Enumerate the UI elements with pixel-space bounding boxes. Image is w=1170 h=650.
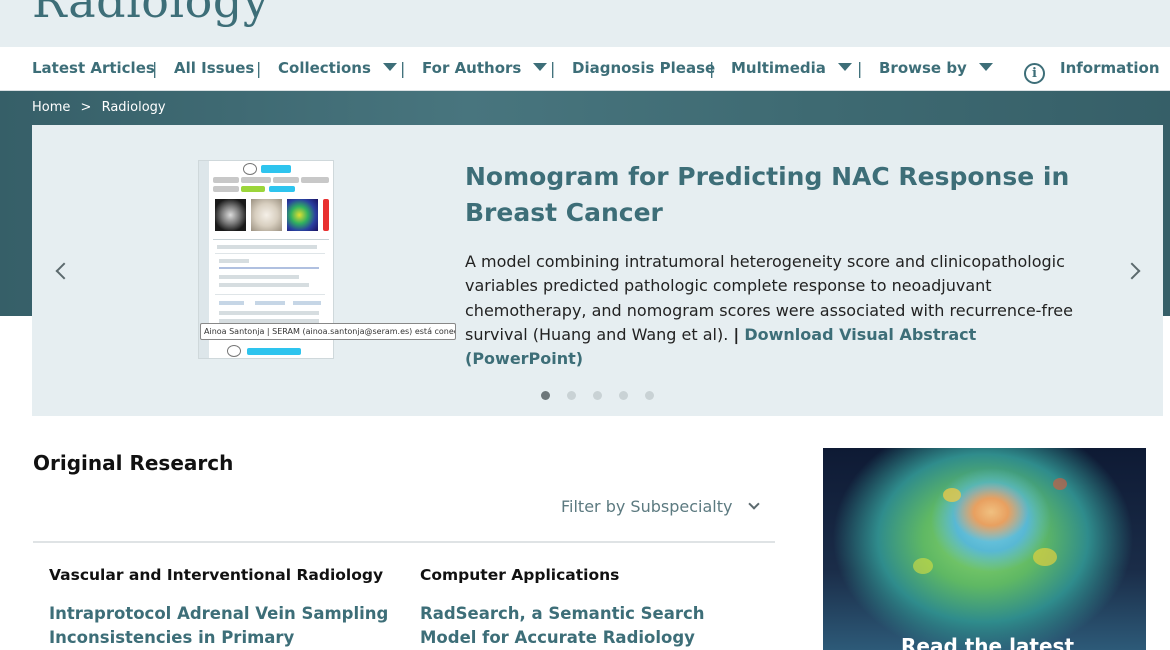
abstract-divider (215, 253, 325, 254)
promo-text: Read the latest (901, 634, 1075, 650)
caret-down-icon (533, 63, 548, 71)
abstract-chip (301, 177, 329, 183)
brand-bar: Radiology (0, 0, 1170, 47)
article-title-link[interactable]: Intraprotocol Adrenal Vein Sampling Inco… (49, 602, 389, 650)
nav-information[interactable]: i Information (1024, 47, 1160, 91)
nav-for-authors[interactable]: For Authors (422, 47, 548, 91)
section-heading: Original Research (33, 451, 234, 475)
scan-texture (1053, 478, 1067, 490)
abstract-scale-bar (323, 199, 329, 231)
scan-texture (913, 558, 933, 574)
abstract-text-line (219, 283, 309, 287)
nav-separator: | (400, 59, 406, 78)
caret-down-icon (978, 63, 993, 71)
abstract-text-line (219, 275, 299, 279)
abstract-image (287, 199, 318, 231)
research-column: Vascular and Interventional Radiology In… (49, 566, 389, 650)
abstract-divider (213, 239, 329, 240)
abstract-chip (213, 186, 239, 192)
caret-down-icon (382, 63, 397, 71)
abstract-text-line (219, 301, 244, 305)
section-divider (33, 541, 775, 543)
abstract-chip (241, 177, 271, 183)
nav-separator: | (256, 59, 262, 78)
featured-carousel: Ainoa Santonja | SERAM (ainoa.santonja@s… (32, 125, 1163, 416)
chevron-right-icon[interactable] (1123, 262, 1141, 280)
abstract-text-line (293, 301, 321, 305)
nav-separator: | (152, 59, 158, 78)
abstract-person-icon (227, 345, 241, 357)
carousel-dot[interactable] (593, 391, 602, 400)
carousel-description: A model combining intratumoral heterogen… (465, 252, 1073, 369)
main-nav: Latest Articles | All Issues | Collectio… (0, 47, 1170, 91)
abstract-chip (269, 186, 295, 192)
nav-latest-articles[interactable]: Latest Articles (32, 47, 155, 91)
presence-tooltip: Ainoa Santonja | SERAM (ainoa.santonja@s… (200, 323, 456, 340)
abstract-footer-pill (247, 348, 301, 355)
carousel-dot[interactable] (645, 391, 654, 400)
abstract-chip (213, 177, 239, 183)
carousel-dot[interactable] (567, 391, 576, 400)
promo-banner[interactable]: Read the latest (823, 448, 1146, 650)
abstract-chip (273, 177, 299, 183)
abstract-image (215, 199, 246, 231)
nav-all-issues[interactable]: All Issues (174, 47, 254, 91)
carousel-dot[interactable] (541, 391, 550, 400)
research-column: Computer Applications RadSearch, a Seman… (420, 566, 760, 650)
info-circle-icon: i (1024, 63, 1045, 84)
nav-separator: | (550, 59, 556, 78)
abstract-text-line (255, 301, 285, 305)
subspecialty-label: Vascular and Interventional Radiology (49, 566, 384, 584)
scan-texture (943, 488, 961, 502)
radiology-logo[interactable]: Radiology (32, 0, 269, 28)
abstract-chip (241, 186, 265, 192)
caret-down-icon (837, 63, 852, 71)
article-title-link[interactable]: RadSearch, a Semantic Search Model for A… (420, 602, 760, 650)
breadcrumb: Home > Radiology (32, 100, 172, 115)
nav-diagnosis-please[interactable]: Diagnosis Please (572, 47, 715, 91)
nav-browse-by[interactable]: Browse by (879, 47, 993, 91)
carousel-dot[interactable] (619, 391, 628, 400)
filter-by-subspecialty-dropdown[interactable]: Filter by Subspecialty (561, 497, 761, 516)
nav-collections[interactable]: Collections (278, 47, 397, 91)
subspecialty-label: Computer Applications (420, 566, 620, 584)
chevron-left-icon[interactable] (55, 262, 73, 280)
abstract-text-line (217, 245, 317, 249)
abstract-text-line (219, 311, 319, 315)
abstract-divider (215, 294, 325, 295)
nav-separator: | (857, 59, 863, 78)
chevron-down-icon (748, 498, 761, 510)
carousel-title[interactable]: Nomogram for Predicting NAC Response in … (465, 159, 1105, 231)
nav-separator: | (709, 59, 715, 78)
abstract-image (251, 199, 282, 231)
nav-multimedia[interactable]: Multimedia (731, 47, 852, 91)
abstract-person-icon (243, 163, 257, 175)
breadcrumb-home[interactable]: Home (32, 100, 70, 115)
abstract-slider (219, 267, 319, 269)
abstract-text-line (219, 259, 249, 263)
scan-texture (1033, 548, 1057, 566)
breadcrumb-current[interactable]: Radiology (102, 100, 166, 115)
abstract-header-pill (261, 165, 291, 173)
breadcrumb-separator: > (80, 100, 92, 115)
